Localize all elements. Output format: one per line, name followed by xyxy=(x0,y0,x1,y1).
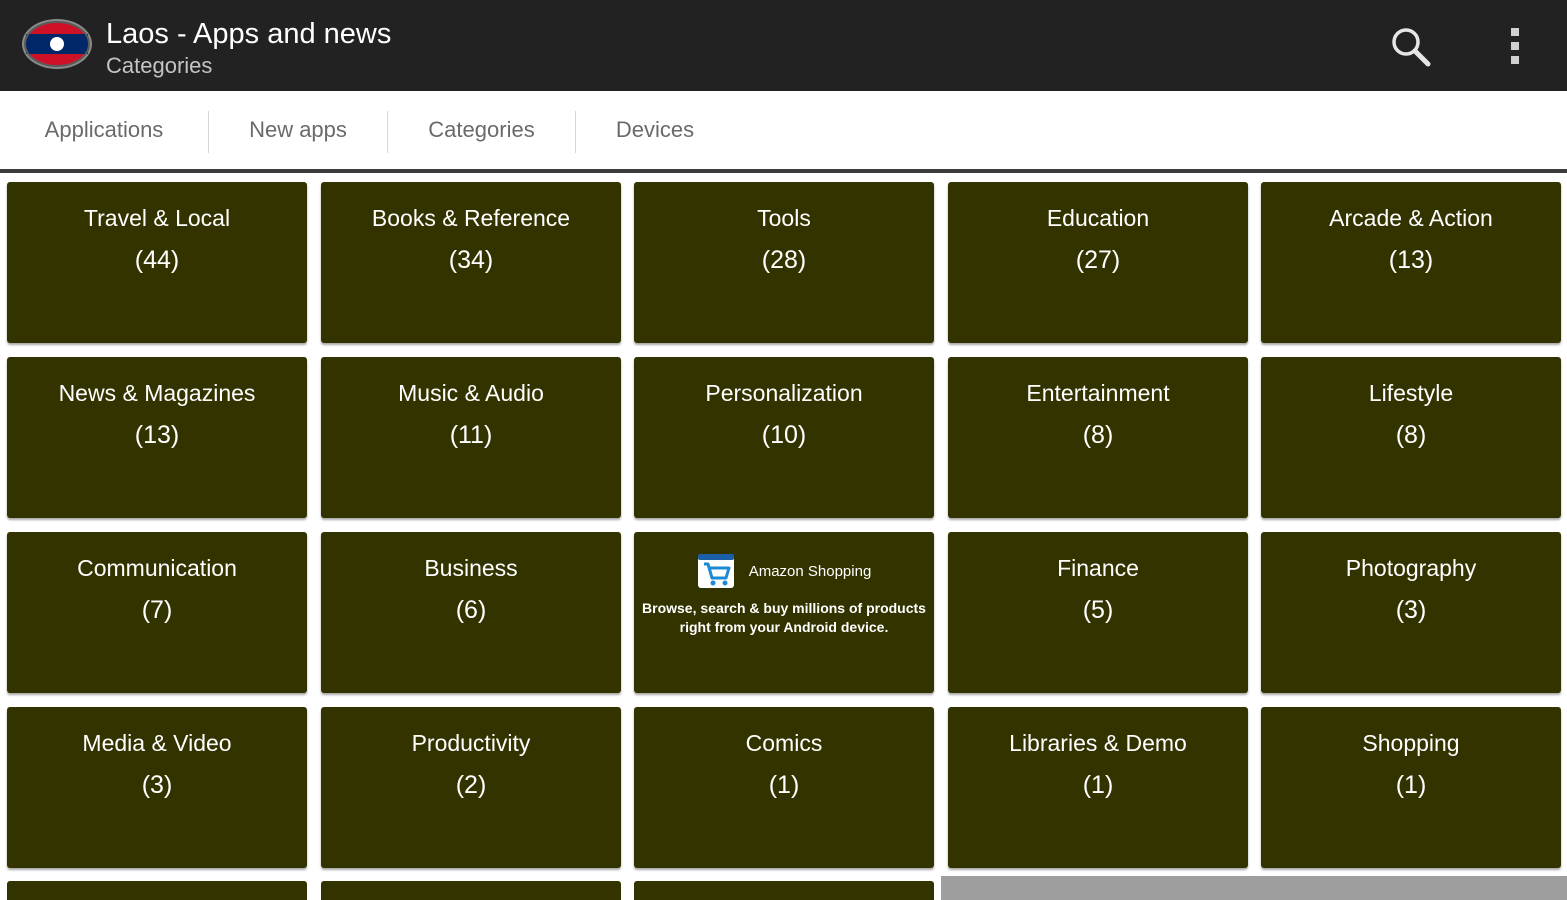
search-icon xyxy=(1392,28,1431,67)
shopping-cart-icon xyxy=(697,554,734,588)
tab-applications[interactable]: Applications xyxy=(0,91,208,169)
category-count: (3) xyxy=(1395,596,1427,624)
category-name: Personalization xyxy=(705,380,863,406)
category-count: (34) xyxy=(448,246,494,274)
category-count: (13) xyxy=(134,421,180,449)
tab-categories[interactable]: Categories xyxy=(388,91,575,169)
category-name: Books & Reference xyxy=(371,205,571,231)
category-name: Photography xyxy=(1345,555,1477,581)
category-tile-entertainment[interactable]: Entertainment (8) xyxy=(948,357,1248,518)
category-tile-shopping[interactable]: Shopping (1) xyxy=(1261,707,1561,868)
tab-devices[interactable]: Devices xyxy=(576,91,734,169)
category-count: (8) xyxy=(1082,421,1114,449)
category-name: Comics xyxy=(745,730,823,756)
category-name: Productivity xyxy=(411,730,531,756)
category-name: Media & Video xyxy=(82,730,232,756)
category-tile-books-reference[interactable]: Books & Reference (34) xyxy=(321,182,621,343)
category-tile-tools[interactable]: Tools (28) xyxy=(634,182,934,343)
category-tile-education[interactable]: Education (27) xyxy=(948,182,1248,343)
tab-bar: Applications New apps Categories Devices xyxy=(0,91,1567,173)
category-tile-photography[interactable]: Photography (3) xyxy=(1261,532,1561,693)
category-tile-comics[interactable]: Comics (1) xyxy=(634,707,934,868)
category-name: Communication xyxy=(77,555,237,581)
empty-placeholder xyxy=(941,876,1567,900)
category-name: Entertainment xyxy=(1026,380,1170,406)
app-subtitle: Categories xyxy=(106,53,213,78)
app-bar: Laos - Apps and news Categories xyxy=(0,0,1567,91)
ad-description: Browse, search & buy millions of product… xyxy=(642,600,926,635)
category-tile-news-magazines[interactable]: News & Magazines (13) xyxy=(7,357,307,518)
category-tile-productivity[interactable]: Productivity (2) xyxy=(321,707,621,868)
category-count: (13) xyxy=(1388,246,1434,274)
category-name: Shopping xyxy=(1362,730,1460,756)
category-name: Business xyxy=(424,555,518,581)
category-count: (1) xyxy=(768,771,800,799)
category-count: (11) xyxy=(449,421,493,449)
category-name: Libraries & Demo xyxy=(1009,730,1187,756)
category-count: (44) xyxy=(134,246,180,274)
category-count: (8) xyxy=(1395,421,1427,449)
category-name: News & Magazines xyxy=(58,380,256,406)
category-tile-lifestyle[interactable]: Lifestyle (8) xyxy=(1261,357,1561,518)
ad-header: Amazon Shopping xyxy=(634,552,934,590)
category-tile-partial[interactable] xyxy=(7,881,307,900)
tab-new-apps[interactable]: New apps xyxy=(209,91,387,169)
category-tile-media-video[interactable]: Media & Video (3) xyxy=(7,707,307,868)
category-count: (3) xyxy=(141,771,173,799)
overflow-menu-icon xyxy=(1511,28,1519,64)
app-title: Laos - Apps and news xyxy=(106,18,392,50)
category-tile-music-audio[interactable]: Music & Audio (11) xyxy=(321,357,621,518)
category-count: (1) xyxy=(1395,771,1427,799)
category-name: Education xyxy=(1046,205,1150,231)
category-name: Tools xyxy=(757,205,811,231)
category-name: Arcade & Action xyxy=(1329,205,1493,231)
overflow-menu-button[interactable] xyxy=(1500,22,1532,72)
category-count: (10) xyxy=(761,421,807,449)
ad-tile-amazon-shopping[interactable]: Amazon Shopping Browse, search & buy mil… xyxy=(634,532,934,693)
category-tile-partial[interactable] xyxy=(634,881,934,900)
category-count: (7) xyxy=(141,596,173,624)
category-tile-personalization[interactable]: Personalization (10) xyxy=(634,357,934,518)
category-count: (28) xyxy=(761,246,807,274)
category-count: (27) xyxy=(1075,246,1121,274)
search-button[interactable] xyxy=(1386,22,1436,72)
category-tile-arcade-action[interactable]: Arcade & Action (13) xyxy=(1261,182,1561,343)
category-name: Lifestyle xyxy=(1368,380,1454,406)
category-count: (1) xyxy=(1082,771,1114,799)
category-name: Finance xyxy=(1057,555,1139,581)
category-tile-communication[interactable]: Communication (7) xyxy=(7,532,307,693)
laos-flag-icon xyxy=(22,19,92,69)
category-count: (2) xyxy=(455,771,487,799)
category-tile-libraries-demo[interactable]: Libraries & Demo (1) xyxy=(948,707,1248,868)
category-tile-finance[interactable]: Finance (5) xyxy=(948,532,1248,693)
category-count: (6) xyxy=(455,596,487,624)
category-name: Travel & Local xyxy=(83,205,231,231)
category-tile-travel-local[interactable]: Travel & Local (44) xyxy=(7,182,307,343)
category-name: Music & Audio xyxy=(398,380,544,406)
category-count: (5) xyxy=(1082,596,1114,624)
category-tile-partial[interactable] xyxy=(321,881,621,900)
ad-app-name: Amazon Shopping xyxy=(748,562,872,580)
category-tile-business[interactable]: Business (6) xyxy=(321,532,621,693)
